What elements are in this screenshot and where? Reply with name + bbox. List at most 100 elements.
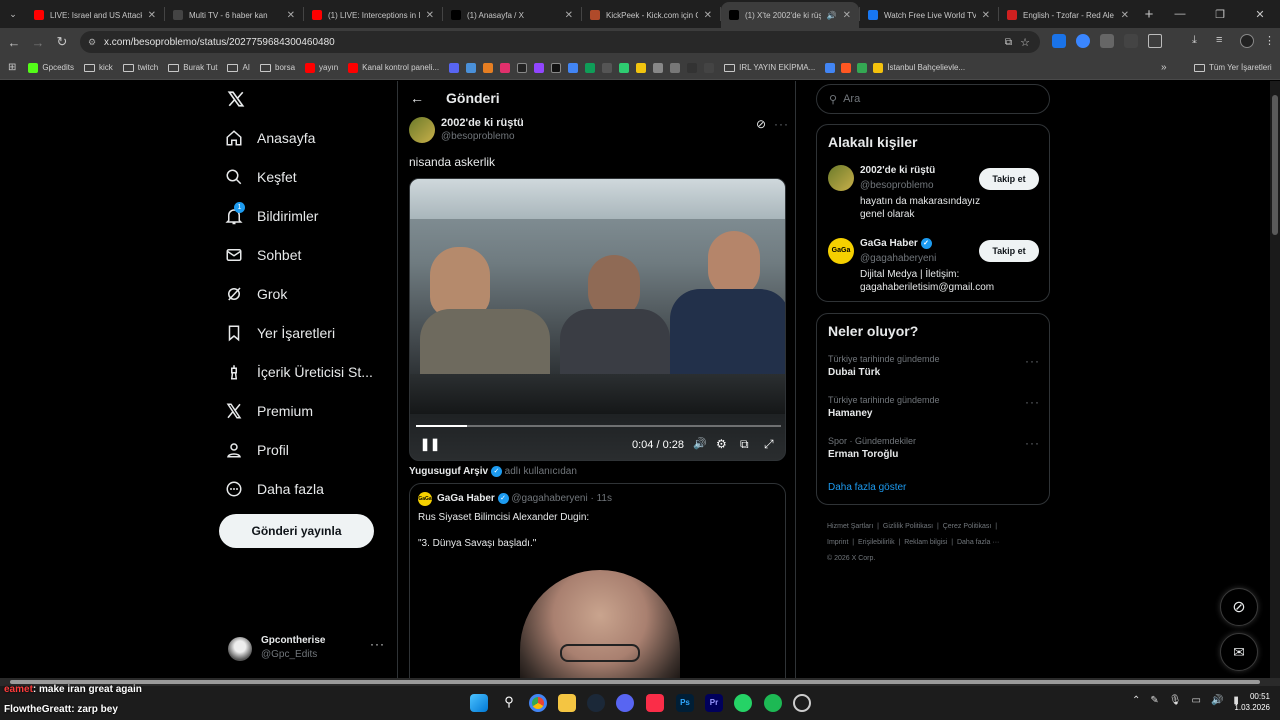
browser-tab[interactable]: Watch Free Live World TV ✕ [860, 2, 998, 28]
install-icon[interactable]: ⧉ [1005, 37, 1012, 48]
account-switcher[interactable]: Gpcontherise @Gpc_Edits ··· [228, 629, 388, 665]
system-tray[interactable]: ⌃ ✎ 🎙 ▭ 🔊 ▮ [1132, 695, 1239, 706]
close-window-button[interactable]: ✕ [1240, 8, 1280, 21]
bookmark-gpcedits[interactable]: Gpcedits [28, 62, 74, 73]
browser-tab[interactable]: (1) X'te 2002'de ki rüşt 🔊 ✕ [721, 2, 859, 28]
music-icon[interactable] [646, 694, 664, 712]
nav-premium[interactable]: Premium [225, 402, 313, 420]
bookmark-istanbul[interactable]: İstanbul Bahçelievle... [873, 62, 965, 73]
browser-tab[interactable]: LIVE: Israel and US Attack ✕ [26, 2, 164, 28]
bookmark-gemini-icon[interactable] [825, 62, 836, 73]
show-more-link[interactable]: Daha fazla göster [828, 482, 906, 493]
footer-link[interactable]: Daha fazla ··· [957, 539, 999, 546]
nav-grok[interactable]: Grok [225, 285, 287, 303]
extensions-puzzle-icon[interactable] [1148, 34, 1162, 48]
file-explorer-icon[interactable] [558, 694, 576, 712]
whatsapp-icon[interactable] [734, 694, 752, 712]
related-avatar-2[interactable]: GaGa [828, 238, 854, 264]
close-tab-icon[interactable]: ✕ [1121, 10, 1129, 21]
footer-link[interactable]: Çerez Politikası [943, 523, 992, 530]
grok-icon[interactable]: ⊘ [756, 117, 766, 131]
post-more-icon[interactable]: ··· [774, 117, 789, 131]
settings-icon[interactable]: ⚙ [716, 437, 727, 451]
close-tab-icon[interactable]: ✕ [426, 10, 434, 21]
back-arrow-icon[interactable]: ← [410, 90, 424, 106]
trend-more-icon[interactable]: ··· [1025, 395, 1040, 409]
trend-more-icon[interactable]: ··· [1025, 354, 1040, 368]
close-tab-icon[interactable]: ✕ [704, 10, 712, 21]
more-bookmarks-icon[interactable]: » [1161, 62, 1167, 73]
bookmark-yayin[interactable]: yayın [305, 62, 338, 73]
back-button[interactable]: ← [2, 30, 26, 54]
footer-link[interactable]: Reklam bilgisi [904, 539, 947, 546]
tray-app-icon[interactable]: ✎ [1150, 695, 1158, 706]
nav-notifications[interactable]: 1 Bildirimler [225, 202, 318, 225]
footer-link[interactable]: Hizmet Şartları [827, 523, 873, 530]
bookmark-pen-icon[interactable] [841, 62, 852, 73]
nav-bookmarks[interactable]: Yer İşaretleri [225, 324, 335, 342]
browser-tab[interactable]: KickPeek - Kick.com için G ✕ [582, 2, 720, 28]
bookmark-borsa[interactable]: borsa [260, 63, 295, 72]
nav-explore[interactable]: Keşfet [225, 168, 297, 186]
photoshop-icon[interactable]: Ps [676, 694, 694, 712]
audio-icon[interactable]: 🔊 [827, 11, 837, 20]
footer-link[interactable]: Erişilebilirlik [858, 539, 895, 546]
close-tab-icon[interactable]: ✕ [982, 10, 990, 21]
bookmark-star-icon[interactable]: ☆ [1020, 36, 1030, 49]
nav-chat[interactable]: Sohbet [225, 246, 301, 264]
bookmark-burak-tut[interactable]: Burak Tut [168, 63, 217, 72]
browser-tab[interactable]: Multi TV - 6 haber kan ✕ [165, 2, 303, 28]
trend-item[interactable]: Türkiye tarihinde gündemde Dubai Türk ··… [817, 350, 1049, 390]
quoted-post[interactable]: GaGa GaGa Haber ✓ @gagahaberyeni · 11s R… [409, 483, 786, 678]
scrollbar-thumb[interactable] [1272, 95, 1278, 235]
apps-grid-icon[interactable]: ⊞ [8, 62, 16, 73]
menu-icon[interactable]: ⋮ [1264, 34, 1275, 48]
bookmark-twitch[interactable]: twitch [122, 63, 158, 72]
media-icon[interactable]: ≡ [1216, 34, 1230, 48]
fullscreen-icon[interactable]: ⤢ [764, 437, 774, 452]
related-name-1[interactable]: 2002'de ki rüştü [860, 165, 935, 176]
browser-tab[interactable]: (1) LIVE: Interceptions in I ✕ [304, 2, 442, 28]
pip-icon[interactable]: ⧉ [740, 437, 749, 452]
steam-icon[interactable] [587, 694, 605, 712]
bookmark-kick[interactable]: kick [83, 63, 113, 72]
mic-icon[interactable]: 🎙 [1169, 695, 1182, 706]
search-input[interactable]: ⚲ Ara [816, 84, 1050, 114]
obs-icon[interactable] [793, 694, 811, 712]
post-button[interactable]: Gönderi yayınla [219, 514, 374, 548]
extension-icon[interactable] [1124, 34, 1138, 48]
maximize-button[interactable]: ❐ [1200, 8, 1240, 21]
reload-button[interactable]: ↻ [50, 30, 74, 54]
bookmark-kanal[interactable]: Kanal kontrol paneli... [348, 62, 439, 73]
premiere-icon[interactable]: Pr [705, 694, 723, 712]
spotify-icon[interactable] [764, 694, 782, 712]
chevron-up-icon[interactable]: ⌃ [1132, 695, 1140, 706]
close-tab-icon[interactable]: ✕ [565, 10, 573, 21]
account-more-icon[interactable]: ··· [370, 637, 385, 651]
start-icon[interactable] [470, 694, 488, 712]
extension-icon[interactable] [1076, 34, 1090, 48]
browser-tab[interactable]: English - Tzofar - Red Ale ✕ [999, 2, 1137, 28]
site-info-icon[interactable]: ⚙ [88, 37, 96, 48]
chrome-icon[interactable] [529, 694, 547, 712]
search-icon[interactable]: ⚲ [500, 694, 518, 712]
discord-icon[interactable] [616, 694, 634, 712]
download-icon[interactable]: ⤓ [1192, 34, 1206, 48]
author-avatar[interactable] [409, 117, 435, 143]
pause-icon[interactable]: ❚❚ [420, 437, 440, 451]
grok-fab-button[interactable]: ⊘ [1220, 588, 1258, 626]
trend-item[interactable]: Spor · Gündemdekiler Erman Toroğlu ··· [817, 432, 1049, 472]
bookmark-map-icon[interactable] [857, 62, 868, 73]
nav-creator-studio[interactable]: İçerik Üreticisi St... [225, 363, 373, 381]
close-tab-icon[interactable]: ✕ [843, 10, 851, 21]
extension-icon[interactable] [1052, 34, 1066, 48]
bookmark-ai[interactable]: AI [227, 63, 250, 72]
author-name[interactable]: 2002'de ki rüştü [441, 117, 524, 129]
network-icon[interactable]: ▭ [1191, 695, 1200, 706]
footer-link[interactable]: Imprint [827, 539, 848, 546]
related-avatar-1[interactable] [828, 165, 854, 191]
trend-more-icon[interactable]: ··· [1025, 436, 1040, 450]
follow-button[interactable]: Takip et [979, 168, 1039, 190]
volume-icon[interactable]: 🔊 [1211, 695, 1223, 706]
messages-fab-button[interactable]: ✉ [1220, 633, 1258, 671]
